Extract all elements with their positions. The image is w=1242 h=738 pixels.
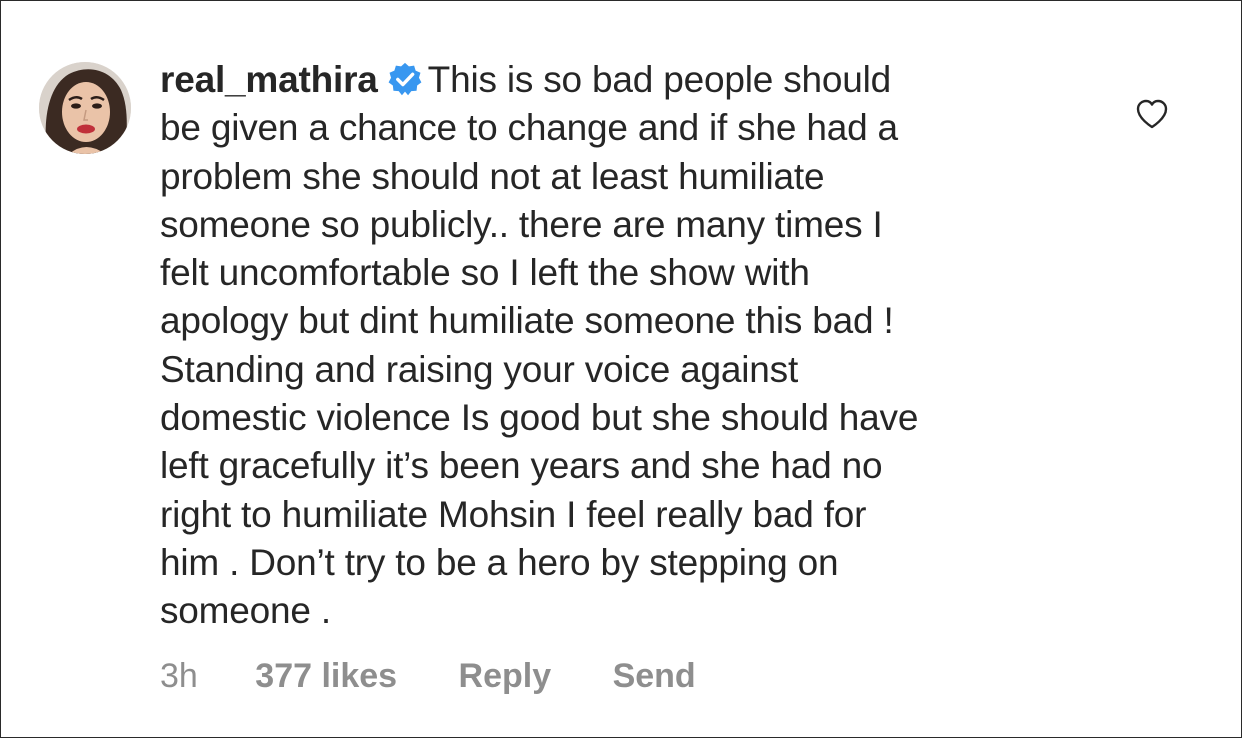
comment-line: Standing and raising your voice against	[160, 348, 799, 390]
send-button[interactable]: Send	[613, 657, 696, 696]
comment-line: real_mathira This is so bad people shoul…	[160, 56, 1100, 104]
comment-line: him . Don’t try to be a hero by stepping…	[160, 541, 839, 583]
comment-line: someone .	[160, 590, 331, 632]
comment-line: felt uncomfortable so I left the show wi…	[160, 252, 810, 294]
comment-line: someone so publicly.. there are many tim…	[160, 203, 883, 245]
comment-line: left gracefully it’s been years and she …	[160, 445, 883, 487]
comment-timestamp: 3h	[160, 657, 198, 695]
comment-username[interactable]: real_mathira	[160, 59, 378, 100]
comment-line: problem she should not at least humiliat…	[160, 155, 825, 197]
comment-text: This is so bad people should	[427, 59, 892, 100]
comment-line: apology but dint humiliate someone this …	[160, 300, 894, 342]
comment-line: right to humiliate Mohsin I feel really …	[160, 493, 867, 535]
comment-line: be given a chance to change and if she h…	[160, 107, 898, 149]
avatar-image	[39, 62, 131, 154]
verified-badge-icon	[388, 62, 422, 96]
comment-line: domestic violence Is good but she should…	[160, 397, 919, 439]
heart-outline-icon[interactable]	[1135, 98, 1169, 130]
likes-count[interactable]: 377 likes	[255, 657, 397, 696]
comment-body: real_mathira This is so bad people shoul…	[160, 56, 1100, 636]
avatar[interactable]	[39, 62, 131, 154]
reply-button[interactable]: Reply	[459, 657, 552, 696]
comment-meta: 3h 377 likes Reply Send	[160, 657, 696, 696]
